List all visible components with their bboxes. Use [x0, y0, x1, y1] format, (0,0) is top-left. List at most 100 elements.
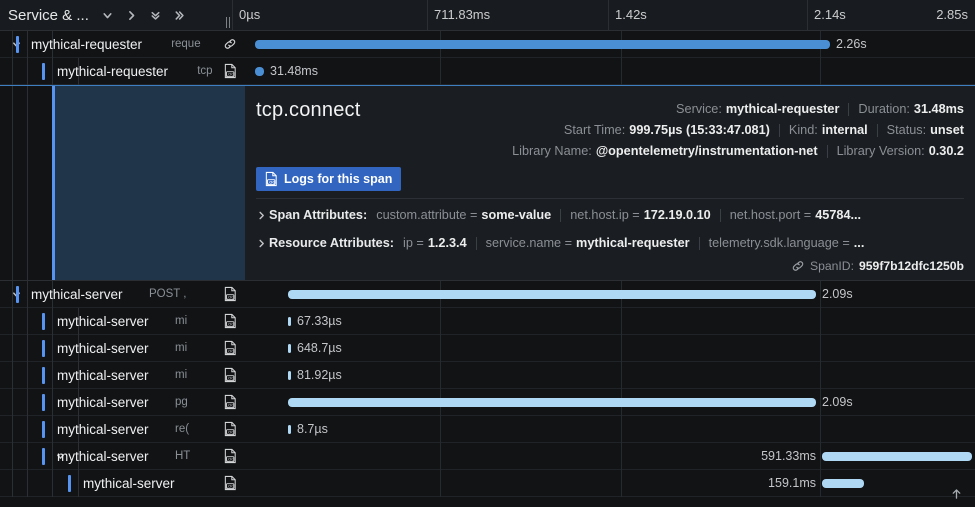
span-name-cell[interactable]: mythical-servermiLOG — [0, 335, 245, 362]
span-row[interactable]: mythical-servermiLOG648.7µs — [0, 335, 975, 362]
span-bar-cell[interactable]: 67.33µs — [245, 308, 975, 335]
attribute-value: 45784... — [815, 208, 861, 222]
span-bar-cell[interactable]: 591.33ms — [245, 443, 975, 470]
logs-for-this-span-button[interactable]: LOGLogs for this span — [256, 167, 401, 191]
resource-attributes-row[interactable]: Resource Attributes:ip =1.2.3.4service.n… — [256, 236, 969, 250]
detail-content: tcp.connectService:mythical-requesterDur… — [245, 86, 975, 280]
span-bar-cell[interactable]: 8.7µs — [245, 416, 975, 443]
timeline-gridline — [820, 389, 821, 416]
log-icon[interactable]: LOG — [221, 416, 239, 443]
meta-value: mythical-requester — [726, 102, 840, 116]
log-icon[interactable]: LOG — [221, 308, 239, 335]
span-bar-cell[interactable]: 2.26s — [245, 31, 975, 58]
span-bar-cell[interactable]: 2.09s — [245, 389, 975, 416]
log-icon[interactable]: LOG — [221, 443, 239, 470]
span-row[interactable]: mythical-serverHTLOG591.33ms — [0, 443, 975, 470]
timeline-gridline — [440, 58, 441, 85]
span-name-cell[interactable]: mythical-servermiLOG — [0, 362, 245, 389]
attribute-key: ip = — [403, 236, 424, 250]
span-name-cell[interactable]: mythical-serverLOG — [0, 470, 245, 497]
detail-meta-line: Start Time:999.75µs (15:33:47.081)Kind:i… — [564, 123, 964, 137]
span-row[interactable]: mythical-requesterreque2.26s — [0, 31, 975, 58]
span-duration-bar[interactable] — [288, 344, 291, 353]
chevron-down-icon[interactable] — [97, 4, 119, 26]
span-row[interactable]: mythical-serverLOG159.1ms — [0, 470, 975, 497]
chevron-right-icon[interactable] — [121, 4, 143, 26]
timeline-tick: 0µs — [232, 0, 260, 31]
meta-item: Kind:internal — [789, 123, 868, 137]
attribute-separator — [720, 209, 721, 222]
span-name-cell[interactable]: mythical-serverpgLOG — [0, 389, 245, 416]
span-duration-bar[interactable] — [255, 67, 264, 76]
span-name-cell[interactable]: mythical-servermiLOG — [0, 308, 245, 335]
span-duration-bar[interactable] — [288, 425, 291, 434]
attribute-value: mythical-requester — [576, 236, 690, 250]
meta-separator — [779, 124, 780, 137]
span-bar-cell[interactable]: 2.09s — [245, 281, 975, 308]
span-row[interactable]: mythical-servermiLOG81.92µs — [0, 362, 975, 389]
span-duration-bar[interactable] — [255, 40, 830, 49]
span-service-name: mythical-server — [57, 422, 149, 437]
span-duration-bar[interactable] — [288, 290, 816, 299]
svg-text:LOG: LOG — [225, 71, 233, 76]
span-duration-bar[interactable] — [288, 371, 291, 380]
span-name-cell[interactable]: mythical-serverre(LOG — [0, 416, 245, 443]
timeline-gridline — [440, 335, 441, 362]
log-icon[interactable]: LOG — [221, 58, 239, 85]
span-row[interactable]: mythical-serverpgLOG 2.09s — [0, 389, 975, 416]
link-icon[interactable] — [221, 31, 239, 58]
span-name-cell[interactable]: mythical-requestertcpLOG — [0, 58, 245, 85]
span-name-cell[interactable]: mythical-serverHTLOG — [0, 443, 245, 470]
span-bar-cell[interactable]: 648.7µs — [245, 335, 975, 362]
chevron-right-icon[interactable] — [256, 210, 269, 221]
scroll-to-top-button[interactable] — [945, 483, 967, 505]
column-resizer[interactable] — [223, 15, 232, 31]
meta-value: 999.75µs (15:33:47.081) — [629, 123, 770, 137]
span-name-cell[interactable]: mythical-requesterreque — [0, 31, 245, 58]
timeline-gridline — [820, 281, 821, 308]
span-bar-cell[interactable]: 81.92µs — [245, 362, 975, 389]
span-attributes-row[interactable]: Span Attributes:custom.attribute =some-v… — [256, 208, 969, 222]
span-service-name: mythical-server — [57, 395, 149, 410]
span-duration-bar[interactable] — [822, 452, 972, 461]
double-chevron-right-icon[interactable] — [169, 4, 191, 26]
span-row[interactable]: mythical-serverPOST ,LOG2.09s — [0, 281, 975, 308]
tree-guide — [27, 335, 28, 362]
span-row[interactable]: mythical-requestertcpLOG31.48ms — [0, 58, 975, 85]
tree-guide — [52, 389, 53, 416]
chevron-right-icon[interactable] — [256, 238, 269, 249]
log-icon[interactable]: LOG — [221, 335, 239, 362]
meta-item: Duration:31.48ms — [858, 102, 964, 116]
span-row[interactable]: mythical-serverre(LOG8.7µs — [0, 416, 975, 443]
svg-text:LOG: LOG — [225, 483, 233, 488]
span-bar-cell[interactable]: 31.48ms — [245, 58, 975, 85]
tree-guide — [52, 416, 53, 443]
span-name-cell[interactable]: mythical-serverPOST ,LOG — [0, 281, 245, 308]
span-operation-name: mi — [175, 342, 218, 354]
span-duration-label: 2.09s — [822, 395, 853, 409]
log-icon[interactable]: LOG — [221, 281, 239, 308]
log-icon[interactable]: LOG — [221, 389, 239, 416]
svg-text:LOG: LOG — [225, 321, 233, 326]
span-id-row[interactable]: SpanID:959f7b12dfc1250b — [791, 259, 964, 273]
detail-accent-bar — [52, 86, 55, 280]
span-duration-bar[interactable] — [822, 479, 864, 488]
meta-item: Library Version:0.30.2 — [837, 144, 964, 158]
span-duration-bar[interactable] — [288, 398, 816, 407]
span-row[interactable]: mythical-servermiLOG67.33µs — [0, 308, 975, 335]
tree-guide — [52, 362, 53, 389]
double-chevron-down-icon[interactable] — [145, 4, 167, 26]
log-icon[interactable]: LOG — [221, 470, 239, 497]
timeline-tick: 2.85s — [936, 0, 968, 31]
attribute-key: net.host.port = — [730, 208, 811, 222]
attribute-key: telemetry.sdk.language = — [709, 236, 850, 250]
span-bar-cell[interactable]: 159.1ms — [245, 470, 975, 497]
link-icon[interactable] — [791, 259, 805, 273]
attribute-key: custom.attribute = — [376, 208, 477, 222]
log-icon[interactable]: LOG — [221, 362, 239, 389]
tree-guide — [12, 470, 13, 497]
span-duration-bar[interactable] — [288, 317, 291, 326]
attribute-value: 172.19.0.10 — [644, 208, 711, 222]
timeline-gridline — [621, 443, 622, 470]
tree-guide — [12, 389, 13, 416]
